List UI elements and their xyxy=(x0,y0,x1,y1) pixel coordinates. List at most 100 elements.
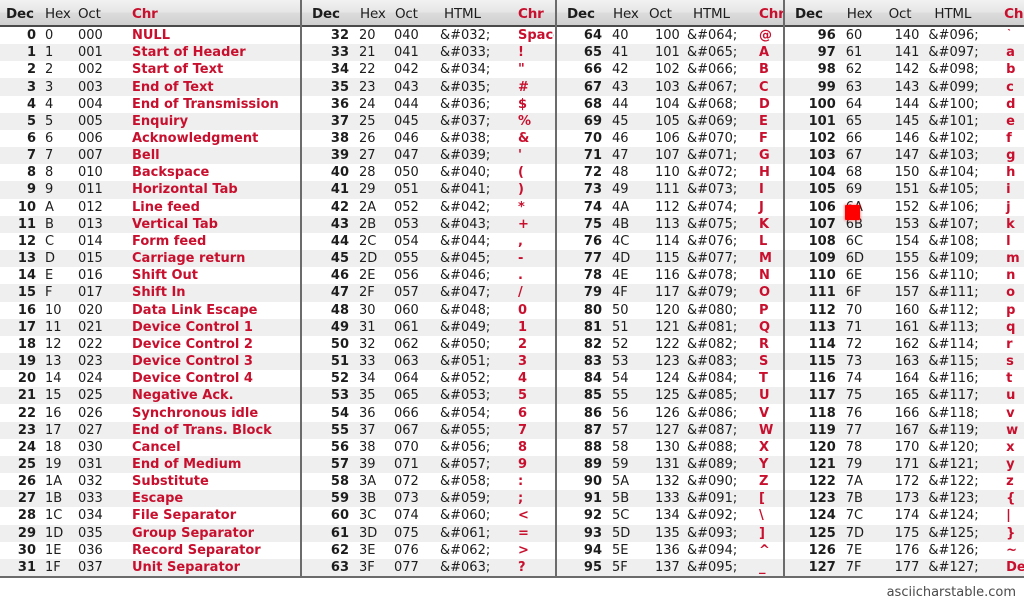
table-row[interactable]: 1066A152&#106;j xyxy=(785,198,1024,216)
table-row[interactable]: 73 49 111 &#073; I xyxy=(557,181,783,199)
table-row[interactable]: 71 47 107 &#071; G xyxy=(557,147,783,165)
table-row[interactable]: 29 1D 035 Group Separator xyxy=(0,524,300,542)
table-row[interactable]: 94 5E 136 &#094; ^ xyxy=(557,541,783,559)
table-row[interactable]: 5 5 005 Enquiry xyxy=(0,112,300,130)
table-row[interactable]: 32 20 040 &#032; Space xyxy=(302,27,555,45)
table-row[interactable]: 115 73 163 &#115; s xyxy=(785,352,1024,371)
table-row[interactable]: 61 3D 075 &#061; = xyxy=(302,524,555,542)
table-row[interactable]: 9 9 011 Horizontal Tab xyxy=(0,181,300,199)
table-row[interactable]: 96 60 140 &#096; ` xyxy=(785,27,1024,45)
table-row[interactable]: 114 72 162 &#114; r xyxy=(785,335,1024,353)
table-row[interactable]: 118 76 166 &#118; v xyxy=(785,404,1024,422)
red-square-marker[interactable] xyxy=(845,205,860,220)
table-row[interactable]: 18 12 022 Device Control 2 xyxy=(0,335,300,353)
table-row[interactable]: 33 21 041 &#033;! xyxy=(302,44,555,62)
table-row[interactable]: 31 1F 037 Unit Separator xyxy=(0,558,300,576)
table-row[interactable]: 116 74 164 &#116; t xyxy=(785,370,1024,388)
table-row[interactable]: 99 63 143 &#099; c xyxy=(785,78,1024,96)
table-row[interactable]: 127 7F 177 &#127; Del xyxy=(785,558,1024,576)
table-row[interactable]: 19 13 023 Device Control 3 xyxy=(0,352,300,371)
table-row[interactable]: 47 2F 057 &#047; / xyxy=(302,284,555,302)
table-row[interactable]: 98 62 142 &#098; b xyxy=(785,61,1024,79)
table-row[interactable]: 104 68 150 &#104; h xyxy=(785,164,1024,182)
table-row[interactable]: 44 2C 054 &#044;, xyxy=(302,232,555,251)
table-row[interactable]: 93 5D 135 &#093;] xyxy=(557,524,783,542)
table-row[interactable]: 22 16 026 Synchronous idle xyxy=(0,404,300,422)
table-row[interactable]: 77 4D 115 &#077; M xyxy=(557,250,783,268)
table-row[interactable]: 2 2 002 Start of Text xyxy=(0,61,300,79)
table-row[interactable]: 113 71 161 &#113; q xyxy=(785,318,1024,336)
table-row[interactable]: 88 58 130 &#088; X xyxy=(557,438,783,456)
table-row[interactable]: 41 29 051 &#041;) xyxy=(302,181,555,199)
table-row[interactable]: 53 35 065 &#053; 5 xyxy=(302,387,555,405)
table-row[interactable]: 24 18 030 Cancel xyxy=(0,438,300,456)
table-row[interactable]: 70 46 106 &#070; F xyxy=(557,129,783,148)
table-row[interactable]: 35 23 043 &#035; # xyxy=(302,78,555,96)
table-row[interactable]: 14 E 016 Shift Out xyxy=(0,267,300,285)
table-row[interactable]: 12 C 014 Form feed xyxy=(0,232,300,251)
table-row[interactable]: 107 6B 153 &#107; k xyxy=(785,215,1024,233)
table-row[interactable]: 81 51 121 &#081; Q xyxy=(557,318,783,336)
table-row[interactable]: 101 65 145 &#101; e xyxy=(785,112,1024,130)
table-row[interactable]: 4 4 004 End of Transmission xyxy=(0,95,300,113)
table-row[interactable]: 49 31 061 &#049; 1 xyxy=(302,318,555,336)
table-row[interactable]: 100 64 144 &#100; d xyxy=(785,95,1024,113)
table-row[interactable]: 89 59 131 &#089; Y xyxy=(557,455,783,474)
table-row[interactable]: 111 6F 157 &#111; o xyxy=(785,284,1024,302)
table-row[interactable]: 82 52 122 &#082; R xyxy=(557,335,783,353)
table-row[interactable]: 72 48 110 &#072; H xyxy=(557,164,783,182)
table-row[interactable]: 17 11 021 Device Control 1 xyxy=(0,318,300,336)
table-row[interactable]: 0 0 000 NULL xyxy=(0,27,300,45)
table-row[interactable]: 64 40 100 &#064; @ xyxy=(557,27,783,45)
table-row[interactable]: 112 70 160 &#112; p xyxy=(785,301,1024,319)
table-row[interactable]: 68 44 104 &#068; D xyxy=(557,95,783,113)
table-row[interactable]: 120 78 170 &#120; x xyxy=(785,438,1024,456)
table-row[interactable]: 80 50 120 &#080; P xyxy=(557,301,783,319)
table-row[interactable]: 90 5A 132 &#090; Z xyxy=(557,473,783,491)
table-row[interactable]: 76 4C 114 &#076; L xyxy=(557,232,783,251)
table-row[interactable]: 97 61 141 &#097; a xyxy=(785,44,1024,62)
table-row[interactable]: 92 5C 134 &#092; \ xyxy=(557,507,783,525)
table-row[interactable]: 54 36 066 &#054; 6 xyxy=(302,404,555,422)
table-row[interactable]: 43 2B 053 &#043; + xyxy=(302,215,555,233)
table-row[interactable]: 105 69 151 &#105; i xyxy=(785,181,1024,199)
table-row[interactable]: 51 33 063 &#051; 3 xyxy=(302,352,555,371)
table-row[interactable]: 39 27 047 &#039; ' xyxy=(302,147,555,165)
table-row[interactable]: 34 22 042 &#034; " xyxy=(302,61,555,79)
table-row[interactable]: 63 3F 077 &#063;? xyxy=(302,558,555,576)
table-row[interactable]: 123 7B 173 &#123; { xyxy=(785,490,1024,508)
table-row[interactable]: 121 79 171 &#121; y xyxy=(785,455,1024,474)
table-row[interactable]: 45 2D 055 &#045; - xyxy=(302,250,555,268)
table-row[interactable]: 6 6 006 Acknowledgment xyxy=(0,129,300,148)
table-row[interactable]: 60 3C 074 &#060; < xyxy=(302,507,555,525)
table-row[interactable]: 20 14 024 Device Control 4 xyxy=(0,370,300,388)
table-row[interactable]: 83 53 123 &#083; S xyxy=(557,352,783,371)
table-row[interactable]: 23 17 027 End of Trans. Block xyxy=(0,421,300,439)
table-row[interactable]: 16 10 020 Data Link Escape xyxy=(0,301,300,319)
table-row[interactable]: 108 6C 154 &#108; l xyxy=(785,232,1024,251)
table-row[interactable]: 3 3 003 End of Text xyxy=(0,78,300,96)
table-row[interactable]: 75 4B 113 &#075; K xyxy=(557,215,783,233)
table-row[interactable]: 69 45 105 &#069; E xyxy=(557,112,783,130)
table-row[interactable]: 84 54 124 &#084; T xyxy=(557,370,783,388)
table-row[interactable]: 124 7C 174 &#124; | xyxy=(785,507,1024,525)
table-row[interactable]: 109 6D 155 &#109; m xyxy=(785,250,1024,268)
table-row[interactable]: 38 26 046 &#038; & xyxy=(302,129,555,148)
table-row[interactable]: 126 7E 176 &#126; ~ xyxy=(785,541,1024,559)
table-row[interactable]: 50 32 062 &#050; 2 xyxy=(302,335,555,353)
table-row[interactable]: 86 56 126 &#086; V xyxy=(557,404,783,422)
table-row[interactable]: 7 7 007 Bell xyxy=(0,147,300,165)
table-row[interactable]: 27 1B 033 Escape xyxy=(0,490,300,508)
table-row[interactable]: 57 39 071 &#057; 9 xyxy=(302,455,555,474)
table-row[interactable]: 48 30 060 &#048; 0 xyxy=(302,301,555,319)
table-row[interactable]: 52 34 064 &#052; 4 xyxy=(302,370,555,388)
table-row[interactable]: 78 4E 116 &#078; N xyxy=(557,267,783,285)
table-row[interactable]: 67 43 103 &#067; C xyxy=(557,78,783,96)
table-row[interactable]: 46 2E 056 &#046;. xyxy=(302,267,555,285)
table-row[interactable]: 26 1A 032 Substitute xyxy=(0,473,300,491)
table-row[interactable]: 10 A 012 Line feed xyxy=(0,198,300,216)
table-row[interactable]: 74 4A 112 &#074; J xyxy=(557,198,783,216)
table-row[interactable]: 37 25 045 &#037;% xyxy=(302,112,555,130)
table-row[interactable]: 117 75 165 &#117; u xyxy=(785,387,1024,405)
table-row[interactable]: 56 38 070 &#056; 8 xyxy=(302,438,555,456)
